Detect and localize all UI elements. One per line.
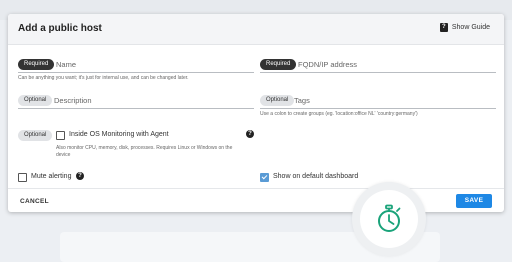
show-guide-label: Show Guide [451, 24, 490, 31]
show-dashboard-checkbox[interactable] [260, 173, 269, 182]
show-dashboard-label: Show on default dashboard [273, 173, 359, 180]
tags-label: Tags [294, 96, 310, 105]
mute-alerting-checkbox[interactable] [18, 173, 27, 182]
tags-field[interactable]: Optional Tags [260, 94, 496, 109]
os-monitoring-hint: Also monitor CPU, memory, disk, processe… [56, 145, 232, 159]
stopwatch-icon [378, 204, 401, 232]
dialog-title: Add a public host [18, 23, 102, 34]
required-badge: Required [260, 59, 297, 70]
os-monitoring-hint-line1: Also monitor CPU, memory, disk, processe… [56, 145, 233, 151]
os-monitoring-label: Inside OS Monitoring with Agent [69, 131, 169, 138]
description-label: Description [54, 96, 92, 105]
name-hint: Can be anything you want; it's just for … [18, 75, 189, 81]
stopwatch-badge [352, 182, 426, 256]
dialog-header: Add a public host ? Show Guide [8, 14, 504, 45]
save-button[interactable]: SAVE [456, 194, 492, 208]
help-icon[interactable]: ? [246, 130, 254, 138]
fqdn-field[interactable]: Required FQDN/IP address [260, 58, 496, 73]
tags-hint: Use a colon to create groups (eg. 'locat… [260, 111, 418, 117]
optional-badge: Optional [18, 95, 53, 106]
help-icon: ? [439, 23, 448, 32]
fqdn-label: FQDN/IP address [298, 60, 358, 69]
os-monitoring-hint-line2: device [56, 152, 71, 158]
optional-badge: Optional [18, 130, 53, 141]
required-badge: Required [18, 59, 55, 70]
show-guide-button[interactable]: ? Show Guide [439, 23, 490, 32]
mute-alerting-label: Mute alerting [31, 173, 72, 180]
name-field[interactable]: Required Name [18, 58, 254, 73]
name-label: Name [56, 60, 77, 69]
description-field[interactable]: Optional Description [18, 94, 254, 109]
add-host-dialog: Add a public host ? Show Guide Required … [8, 14, 504, 212]
footer-divider [8, 188, 504, 189]
cancel-button[interactable]: CANCEL [20, 198, 49, 205]
os-monitoring-checkbox[interactable] [56, 131, 65, 140]
help-icon[interactable]: ? [76, 172, 84, 180]
optional-badge: Optional [260, 95, 295, 106]
